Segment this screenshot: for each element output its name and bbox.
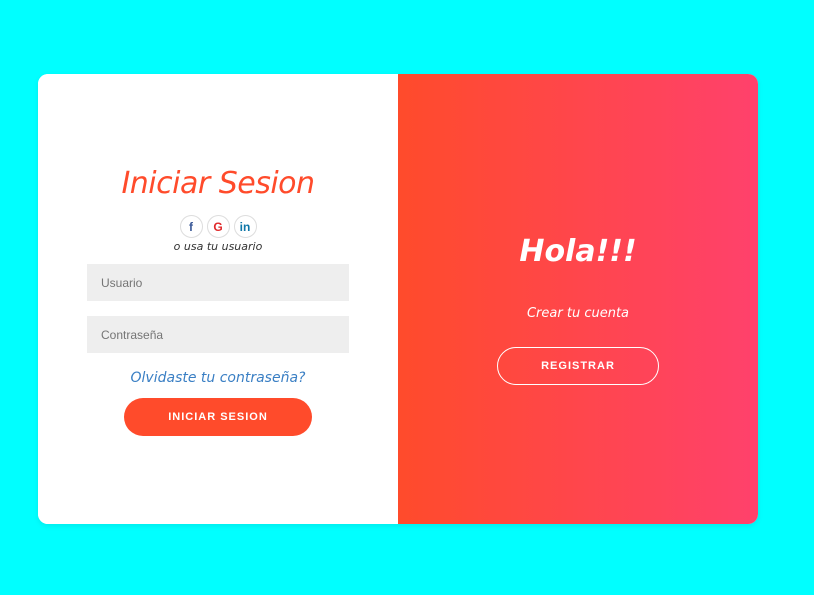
social-login-row: f G in bbox=[38, 215, 398, 238]
overlay-subtitle: Crear tu cuenta bbox=[526, 306, 630, 321]
login-button[interactable]: INICIAR SESION bbox=[124, 398, 312, 436]
login-panel: Iniciar Sesion f G in o usa tu usuario O… bbox=[38, 74, 398, 524]
alt-login-text: o usa tu usuario bbox=[173, 240, 263, 253]
page-root: { "login": { "title": "Iniciar Sesion", … bbox=[0, 0, 814, 595]
google-icon[interactable]: G bbox=[206, 215, 230, 238]
auth-card: Iniciar Sesion f G in o usa tu usuario O… bbox=[38, 74, 758, 524]
overlay-title: Hola!!! bbox=[519, 234, 637, 269]
linkedin-icon[interactable]: in bbox=[233, 215, 257, 238]
login-title: Iniciar Sesion bbox=[121, 166, 315, 201]
facebook-icon[interactable]: f bbox=[179, 215, 203, 238]
username-input[interactable] bbox=[87, 264, 349, 301]
password-input[interactable] bbox=[87, 316, 349, 353]
forgot-password-link[interactable]: Olvidaste tu contraseña? bbox=[38, 370, 398, 386]
register-button[interactable]: REGISTRAR bbox=[497, 347, 659, 385]
register-overlay-panel: Hola!!! Crear tu cuenta REGISTRAR bbox=[398, 74, 758, 524]
